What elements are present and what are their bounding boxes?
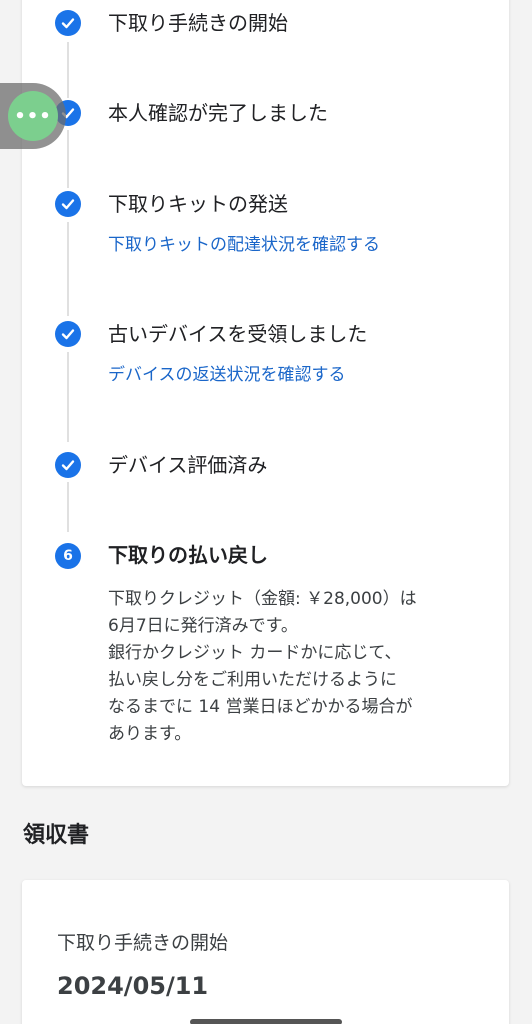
step-title-identity-verified: 本人確認が完了しました: [108, 101, 328, 125]
step-number-badge: 6: [55, 543, 81, 569]
receipt-date: 2024/05/11: [57, 972, 209, 1000]
check-icon: [55, 321, 81, 347]
refund-description-line: 銀行かクレジット カードかに応じて、: [108, 643, 402, 663]
check-icon: [55, 10, 81, 36]
step-title-device-evaluated: デバイス評価済み: [108, 453, 268, 477]
step-title-kit-shipped: 下取りキットの発送: [108, 192, 288, 216]
refund-description-line: あります。: [108, 724, 192, 744]
timeline-connector: [67, 352, 69, 442]
refund-description-line: 下取りクレジット（金額: ￥28,000）は: [108, 589, 417, 609]
page: 下取り手続きの開始 本人確認が完了しました 下取りキットの発送 下取りキットの配…: [0, 0, 532, 1024]
more-icon: •••: [8, 91, 58, 141]
receipt-section-title: 領収書: [23, 823, 90, 848]
home-indicator: [190, 1019, 342, 1024]
check-icon: [55, 452, 81, 478]
step-title-trade-in-start: 下取り手続きの開始: [108, 11, 288, 35]
timeline-connector: [67, 42, 69, 98]
refund-description-line: 6月7日に発行済みです。: [108, 616, 298, 636]
timeline-connector: [67, 130, 69, 188]
floating-assistant-button[interactable]: •••: [0, 83, 66, 149]
receipt-label: 下取り手続きの開始: [57, 932, 229, 954]
receipt-card[interactable]: 下取り手続きの開始 2024/05/11: [22, 880, 509, 1024]
refund-description-line: なるまでに 14 営業日ほどかかる場合が: [108, 697, 413, 717]
device-return-status-link[interactable]: デバイスの返送状況を確認する: [108, 363, 346, 387]
trade-in-status-card: 下取り手続きの開始 本人確認が完了しました 下取りキットの発送 下取りキットの配…: [22, 0, 509, 786]
step-title-device-received: 古いデバイスを受領しました: [108, 322, 368, 346]
kit-delivery-status-link[interactable]: 下取りキットの配達状況を確認する: [108, 233, 380, 257]
step-title-refund: 下取りの払い戻し: [108, 543, 268, 567]
timeline-connector: [67, 222, 69, 316]
refund-description-line: 払い戻し分をご利用いただけるように: [108, 670, 397, 690]
step-number: 6: [63, 548, 73, 564]
check-icon: [55, 191, 81, 217]
timeline-connector: [67, 482, 69, 532]
refund-description: 下取りクレジット（金額: ￥28,000）は 6月7日に発行済みです。 銀行かク…: [108, 586, 488, 748]
